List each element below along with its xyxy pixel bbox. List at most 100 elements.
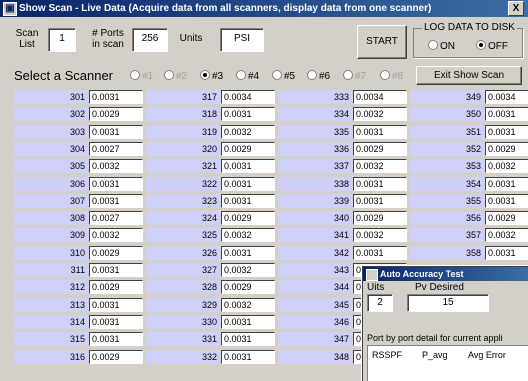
port-value-field[interactable]: 0.0031 (89, 315, 143, 329)
port-value-field[interactable]: 0.0027 (89, 211, 143, 225)
port-value-field[interactable]: 0.0031 (485, 177, 528, 191)
port-number: 345 (278, 298, 353, 312)
port-value-field[interactable]: 0.0031 (485, 246, 528, 260)
select-scanner-label: Select a Scanner (14, 68, 114, 83)
port-value-field[interactable]: 0.0034 (353, 90, 407, 104)
port-value-field[interactable]: 0.0029 (485, 142, 528, 156)
scanner-radio-7: #7 (343, 70, 366, 82)
ports-in-scan-input[interactable]: 256 (132, 28, 168, 52)
port-value-field[interactable]: 0.0029 (89, 107, 143, 121)
port-value-field[interactable]: 0.0032 (221, 263, 275, 277)
port-value-field[interactable]: 0.0032 (485, 159, 528, 173)
port-value-field[interactable]: 0.0032 (353, 228, 407, 242)
port-number: 320 (146, 142, 221, 156)
port-value-field[interactable]: 0.0031 (89, 177, 143, 191)
port-value-field[interactable]: 0.0031 (221, 159, 275, 173)
port-value-field[interactable]: 0.0031 (221, 107, 275, 121)
port-value-field[interactable]: 0.0031 (353, 177, 407, 191)
port-value-field[interactable]: 0.0031 (221, 246, 275, 260)
port-number: 317 (146, 90, 221, 104)
port-value-field[interactable]: 0.0031 (221, 315, 275, 329)
port-value-field[interactable]: 0.0032 (221, 125, 275, 139)
pv-desired-input[interactable]: 15 (407, 294, 489, 312)
port-value-field[interactable]: 0.0029 (221, 142, 275, 156)
port-number: 312 (14, 280, 89, 294)
port-number: 342 (278, 246, 353, 260)
title-bar[interactable]: ▣ Show Scan - Live Data (Acquire data fr… (0, 0, 528, 17)
port-number: 339 (278, 194, 353, 208)
scanner-radio-3[interactable]: #3 (200, 70, 223, 82)
port-value-field[interactable]: 0.0031 (89, 125, 143, 139)
port-value-field[interactable]: 0.0029 (221, 211, 275, 225)
port-value-field[interactable]: 0.0031 (89, 263, 143, 277)
port-number: 355 (410, 194, 485, 208)
port-value-field[interactable]: 0.0034 (221, 90, 275, 104)
close-button[interactable]: X (508, 1, 524, 16)
exit-show-scan-button[interactable]: Exit Show Scan (416, 66, 522, 85)
port-number: 326 (146, 246, 221, 260)
scan-list-label: Scan List (15, 28, 39, 50)
port-value-field[interactable]: 0.0029 (89, 280, 143, 294)
scan-list-input[interactable]: 1 (48, 28, 76, 52)
port-value-field[interactable]: 0.0029 (353, 211, 407, 225)
log-on-radio[interactable]: ON (428, 40, 455, 52)
scanner-radio-2: #2 (164, 70, 187, 82)
port-number: 350 (410, 107, 485, 121)
port-number: 301 (14, 90, 89, 104)
port-value-field[interactable]: 0.0032 (89, 228, 143, 242)
scanner-radio-4[interactable]: #4 (236, 70, 259, 82)
port-value-field[interactable]: 0.0032 (221, 298, 275, 312)
port-number: 340 (278, 211, 353, 225)
port-value-field[interactable]: 0.0034 (485, 90, 528, 104)
port-value-field[interactable]: 0.0031 (485, 125, 528, 139)
port-value-field[interactable]: 0.0031 (221, 332, 275, 346)
port-value-field[interactable]: 0.0032 (353, 159, 407, 173)
port-value-field[interactable]: 0.0029 (485, 211, 528, 225)
subwindow-units-input[interactable]: 2 (367, 294, 393, 312)
port-value-field[interactable]: 0.0031 (221, 194, 275, 208)
port-value-field[interactable]: 0.0031 (221, 177, 275, 191)
start-button[interactable]: START (357, 25, 407, 59)
port-value-field[interactable]: 0.0031 (353, 246, 407, 260)
scanner-radio-label: #7 (355, 71, 367, 82)
port-value-field[interactable]: 0.0031 (89, 194, 143, 208)
port-value-field[interactable]: 0.0031 (89, 332, 143, 346)
port-value-field[interactable]: 0.0032 (89, 159, 143, 173)
scanner-radio-6[interactable]: #6 (307, 70, 330, 82)
port-number: 329 (146, 298, 221, 312)
port-value-field[interactable]: 0.0027 (89, 142, 143, 156)
radio-dot (343, 70, 353, 80)
port-value-field[interactable]: 0.0029 (221, 280, 275, 294)
port-value-field[interactable]: 0.0031 (353, 125, 407, 139)
port-value-field[interactable]: 0.0031 (485, 107, 528, 121)
scanner-radio-5[interactable]: #5 (272, 70, 295, 82)
port-number: 314 (14, 315, 89, 329)
port-value-field[interactable]: 0.0031 (89, 298, 143, 312)
port-number: 331 (146, 332, 221, 346)
units-input[interactable]: PSI (220, 28, 264, 52)
port-value-field[interactable]: 0.0032 (353, 107, 407, 121)
port-detail-table[interactable]: RSSPF P_avg Avg Error (367, 345, 528, 381)
subwindow-title-bar[interactable]: Auto Accuracy Test (363, 267, 528, 281)
port-number: 336 (278, 142, 353, 156)
port-value-field[interactable]: 0.0031 (485, 194, 528, 208)
port-number: 307 (14, 194, 89, 208)
port-value-field[interactable]: 0.0029 (89, 246, 143, 260)
port-value-field[interactable]: 0.0032 (221, 228, 275, 242)
port-value-field[interactable]: 0.0029 (353, 142, 407, 156)
port-number: 351 (410, 125, 485, 139)
port-value-field[interactable]: 0.0032 (485, 228, 528, 242)
port-number: 337 (278, 159, 353, 173)
port-value-field[interactable]: 0.0031 (353, 194, 407, 208)
col-avg-error: Avg Error (468, 350, 506, 360)
port-number: 302 (14, 107, 89, 121)
subwindow-title: Auto Accuracy Test (380, 269, 464, 279)
port-value-field[interactable]: 0.0031 (89, 90, 143, 104)
pv-desired-label: Pv Desired (415, 282, 464, 293)
log-off-radio[interactable]: OFF (476, 40, 508, 52)
radio-dot (272, 70, 282, 80)
radio-dot (130, 70, 140, 80)
auto-accuracy-test-window: Auto Accuracy Test Uits 2 Pv Desired 15 … (362, 266, 528, 381)
port-value-field[interactable]: 0.0029 (89, 350, 143, 364)
port-value-field[interactable]: 0.0031 (221, 350, 275, 364)
